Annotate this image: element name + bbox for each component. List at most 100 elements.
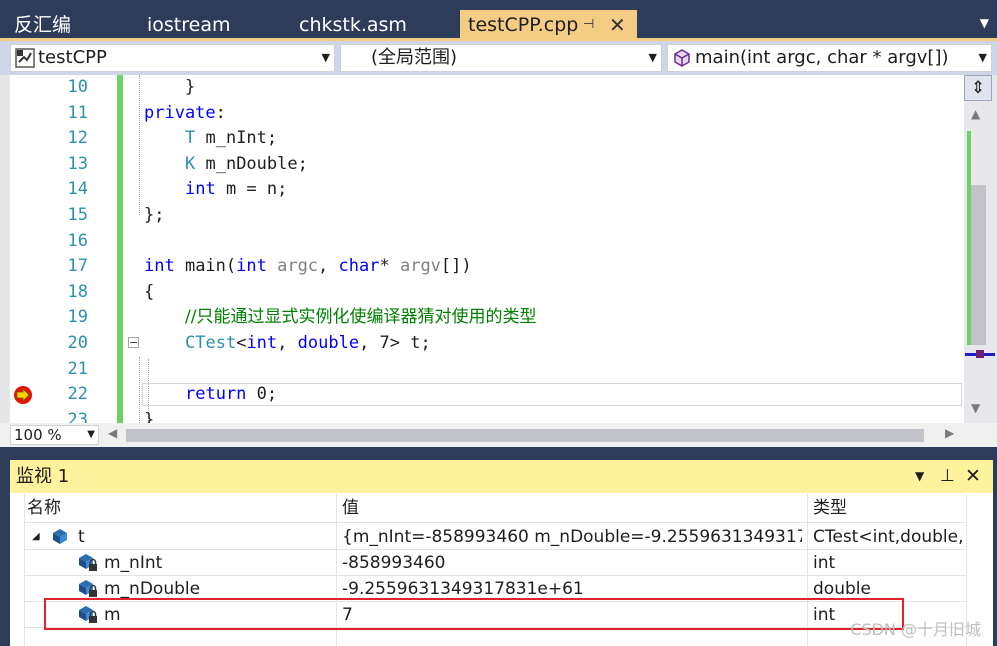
keyword-token: int bbox=[246, 333, 278, 353]
column-header-value[interactable]: 值 bbox=[342, 494, 802, 522]
tab-testcpp[interactable]: testCPP.cpp ⊣ ✕ bbox=[460, 10, 637, 40]
close-icon[interactable]: ✕ bbox=[609, 10, 626, 40]
code-token: : bbox=[215, 102, 226, 123]
code-token: main( bbox=[174, 256, 237, 277]
code-token: , bbox=[277, 333, 298, 353]
tab-label: 反汇编 bbox=[14, 14, 72, 36]
line-number: 11 bbox=[67, 102, 88, 123]
code-line: int main(int argc, char* argv[]) bbox=[144, 254, 472, 280]
line-number: 19 bbox=[67, 307, 88, 328]
watch-value[interactable]: -858993460 bbox=[342, 551, 802, 575]
panel-options-icon[interactable]: ▼ bbox=[915, 460, 924, 493]
code-line: }; bbox=[144, 205, 165, 225]
vertical-scrollbar[interactable]: ⇕ ▲ ▼ bbox=[964, 75, 997, 423]
line-number: 16 bbox=[67, 230, 88, 251]
line-number: 14 bbox=[67, 179, 88, 200]
chevron-down-icon: ▼ bbox=[648, 51, 657, 64]
pin-icon[interactable]: ⊣ bbox=[583, 10, 594, 40]
scope-combo[interactable]: (全局范围) ▼ bbox=[340, 44, 662, 72]
column-header-type[interactable]: 类型 bbox=[813, 494, 963, 522]
split-window-button[interactable]: ⇕ bbox=[964, 75, 992, 101]
pin-icon[interactable]: ⊥ bbox=[940, 460, 955, 493]
code-token: []) bbox=[440, 256, 472, 277]
tab-chkstk-asm[interactable]: chkstk.asm bbox=[299, 10, 407, 40]
change-tracking-bar bbox=[117, 75, 123, 423]
code-token: m_nInt; bbox=[195, 128, 278, 149]
collapse-triangle-icon[interactable]: ◢ bbox=[32, 525, 40, 549]
line-number: 21 bbox=[67, 358, 88, 379]
scroll-change-marker bbox=[967, 131, 971, 345]
keyword-token: int bbox=[236, 256, 267, 277]
scroll-breakpoint-marker bbox=[976, 350, 984, 358]
watch-value[interactable]: {m_nInt=-858993460 m_nDouble=-9.25596313… bbox=[342, 525, 802, 549]
type-token: T bbox=[185, 128, 196, 149]
line-number: 15 bbox=[67, 205, 88, 225]
scroll-down-icon[interactable]: ▼ bbox=[971, 401, 980, 415]
private-field-icon bbox=[79, 580, 97, 597]
watch-type: CTest<int,double,... bbox=[813, 527, 965, 547]
current-statement-breakpoint-icon[interactable] bbox=[13, 385, 33, 405]
tab-iostream[interactable]: iostream bbox=[147, 10, 231, 40]
row-divider bbox=[24, 522, 966, 523]
keyword-token: int bbox=[144, 256, 175, 277]
method-cube-icon bbox=[674, 49, 690, 67]
tab-disassembly[interactable]: 反汇编 bbox=[14, 10, 71, 40]
code-area[interactable]: 10 11 12 13 14 15 16 17 18 19 20 21 22 2… bbox=[0, 75, 964, 423]
watch-panel-header: 监视 1 ▼ ⊥ ✕ bbox=[10, 460, 993, 493]
watch-type: int bbox=[813, 553, 836, 573]
row-gutter bbox=[10, 494, 25, 646]
keyword-token: return bbox=[185, 384, 247, 405]
project-icon bbox=[15, 48, 35, 68]
scroll-left-icon[interactable]: ◀ bbox=[108, 426, 117, 440]
type-token: K bbox=[185, 153, 196, 174]
code-token: , 7> t; bbox=[359, 333, 431, 353]
tab-label: iostream bbox=[147, 14, 231, 36]
zoom-label: 100 % bbox=[14, 426, 62, 444]
tab-overflow-dropdown-icon[interactable]: ▼ bbox=[980, 16, 989, 30]
code-token: < bbox=[236, 333, 247, 353]
code-token: m = n; bbox=[215, 179, 288, 200]
project-label: testCPP bbox=[38, 47, 107, 68]
code-token: 0; bbox=[246, 384, 278, 405]
function-combo[interactable]: main(int argc, char * argv[]) ▼ bbox=[667, 44, 992, 72]
tab-label: chkstk.asm bbox=[299, 14, 407, 36]
function-label: main(int argc, char * argv[]) bbox=[695, 47, 949, 68]
code-token: , bbox=[318, 256, 339, 277]
code-editor[interactable]: 10 11 12 13 14 15 16 17 18 19 20 21 22 2… bbox=[0, 75, 997, 423]
line-number: 13 bbox=[67, 153, 88, 174]
keyword-token: char bbox=[338, 256, 380, 277]
line-number: 10 bbox=[67, 77, 88, 97]
collapse-outline-icon[interactable]: − bbox=[128, 337, 139, 348]
line-number: 20 bbox=[67, 333, 88, 353]
indicator-margin[interactable] bbox=[0, 75, 10, 423]
code-line: } bbox=[185, 77, 196, 97]
code-line: } bbox=[144, 409, 155, 423]
editor-bottom-bar: 100 % ▼ ◀ ▶ bbox=[0, 423, 997, 447]
line-number: 17 bbox=[67, 256, 88, 277]
watermark: CSDN @十月旧城 bbox=[850, 620, 981, 639]
zoom-combo[interactable]: 100 % ▼ bbox=[10, 425, 99, 445]
navigation-bar: testCPP ▼ (全局范围) ▼ main(int argc, char *… bbox=[0, 41, 997, 75]
code-line: K m_nDouble; bbox=[185, 152, 308, 178]
close-icon[interactable]: ✕ bbox=[965, 460, 981, 493]
line-number: 18 bbox=[67, 281, 88, 302]
code-token: * bbox=[379, 256, 400, 277]
private-field-icon bbox=[79, 554, 97, 571]
structure-guide bbox=[139, 75, 140, 215]
row-divider bbox=[24, 549, 966, 550]
document-tab-strip: 反汇编 iostream chkstk.asm testCPP.cpp ⊣ ✕ … bbox=[0, 0, 997, 41]
code-line: CTest<int, double, 7> t; bbox=[185, 331, 431, 357]
watch-name: t bbox=[78, 527, 85, 547]
line-number: 23 bbox=[67, 409, 88, 423]
scroll-up-icon[interactable]: ▲ bbox=[971, 107, 980, 121]
column-header-name[interactable]: 名称 bbox=[27, 494, 327, 522]
scroll-right-icon[interactable]: ▶ bbox=[945, 426, 954, 440]
project-combo[interactable]: testCPP ▼ bbox=[10, 44, 335, 72]
chevron-down-icon: ▼ bbox=[978, 51, 987, 64]
parameter-token: argc bbox=[266, 256, 319, 277]
horizontal-scroll-thumb[interactable] bbox=[126, 429, 924, 442]
chevron-down-icon: ▼ bbox=[321, 51, 330, 64]
keyword-token: double bbox=[297, 333, 360, 353]
tab-label: testCPP.cpp bbox=[468, 14, 579, 36]
code-line: private: bbox=[144, 101, 226, 127]
